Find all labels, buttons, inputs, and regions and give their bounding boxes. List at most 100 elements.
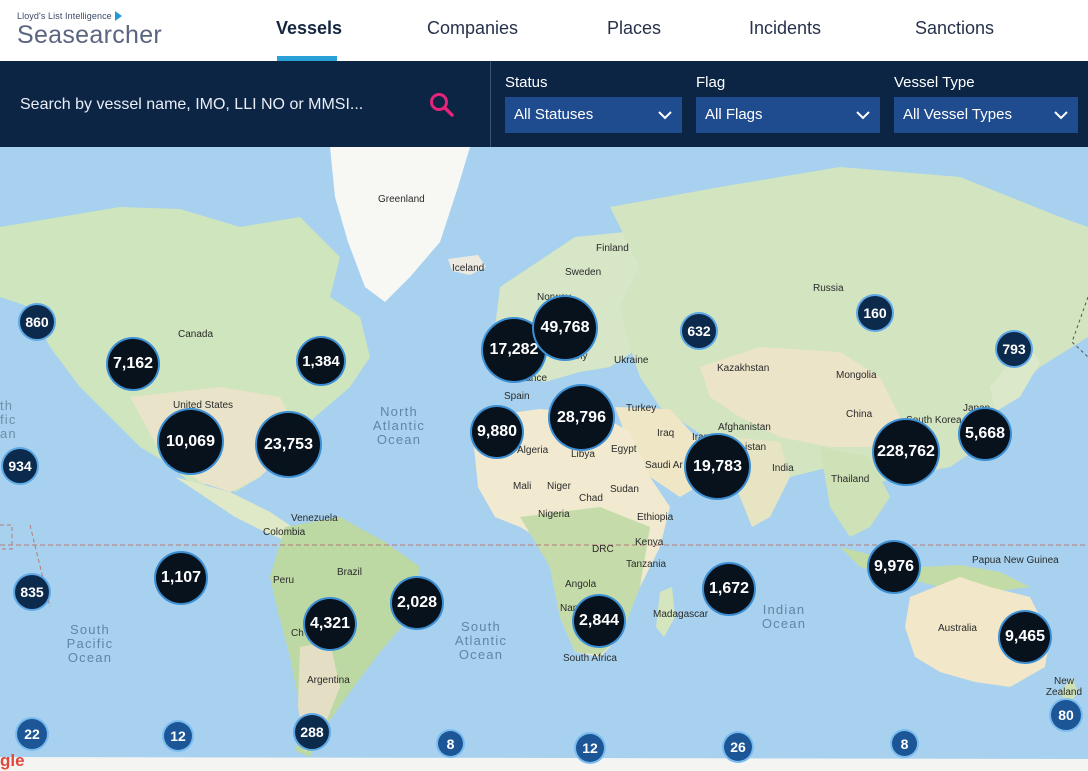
- place-label-turkey: Turkey: [626, 403, 657, 414]
- nav-sanctions[interactable]: Sanctions: [915, 18, 994, 39]
- place-label-kazakhstan: Kazakhstan: [717, 363, 770, 374]
- place-label-colombia: Colombia: [263, 527, 306, 538]
- nav-places[interactable]: Places: [607, 18, 661, 39]
- place-label-finland: Finland: [596, 243, 629, 254]
- place-label-chile: Ch: [291, 628, 304, 639]
- vessel-cluster[interactable]: 12: [576, 734, 604, 762]
- vessel-cluster[interactable]: 5,668: [960, 409, 1010, 459]
- place-label-iraq: Iraq: [657, 428, 675, 439]
- flag-select[interactable]: All Flags: [696, 97, 880, 133]
- nav-companies[interactable]: Companies: [427, 18, 518, 39]
- vessel-search-input[interactable]: Search by vessel name, IMO, LLI NO or MM…: [20, 96, 363, 114]
- logo-mark-icon: [114, 11, 122, 21]
- vessel-cluster[interactable]: 934: [3, 449, 37, 483]
- vessel-cluster[interactable]: 793: [997, 332, 1031, 366]
- ocean-label-south-pacific: South Pacific Ocean: [66, 622, 114, 665]
- logo-wordmark: Seasearcher: [17, 21, 163, 49]
- status-select-value: All Statuses: [514, 106, 594, 123]
- place-label-brazil: Brazil: [337, 567, 363, 578]
- place-label-niger: Niger: [547, 481, 571, 492]
- place-label-china: China: [846, 409, 873, 420]
- vessel-cluster[interactable]: 1,672: [704, 564, 754, 614]
- place-label-ethiopia: Ethiopia: [637, 512, 674, 523]
- place-label-papua-new-guinea: Papua New Guinea: [972, 555, 1059, 566]
- chevron-down-icon: [1054, 111, 1068, 120]
- vessel-cluster[interactable]: 4,321: [305, 599, 355, 649]
- vessel-cluster[interactable]: 8: [892, 731, 917, 756]
- vessel-cluster[interactable]: 12: [164, 722, 192, 750]
- place-label-ukraine: Ukraine: [614, 355, 649, 366]
- flag-filter-label: Flag: [696, 74, 726, 91]
- vessel-cluster[interactable]: 7,162: [108, 339, 158, 389]
- seasearcher-logo[interactable]: Lloyd's List Intelligence Seasearcher: [17, 11, 162, 49]
- place-label-mongolia: Mongolia: [836, 370, 877, 381]
- place-label-pakistan: istan: [745, 442, 767, 453]
- place-label-india: India: [772, 463, 794, 474]
- chevron-down-icon: [658, 111, 672, 120]
- vessel-cluster[interactable]: 22: [17, 719, 47, 749]
- vessel-cluster[interactable]: 9,465: [1000, 612, 1050, 662]
- chevron-down-icon: [856, 111, 870, 120]
- vessel-cluster[interactable]: 80: [1051, 700, 1081, 730]
- google-logo-fragment: gle: [0, 751, 25, 770]
- vessel-cluster[interactable]: 9,976: [869, 542, 919, 592]
- place-label-chad: Chad: [579, 493, 603, 504]
- ocean-label-indian: Indian Ocean: [761, 602, 807, 631]
- place-label-peru: Peru: [273, 575, 295, 586]
- ocean-label-north-atlantic: North Atlantic Ocean: [372, 404, 426, 447]
- vessel-cluster[interactable]: 228,762: [874, 420, 938, 484]
- vessel-cluster[interactable]: 2,844: [574, 596, 624, 646]
- place-label-argentina: Argentina: [307, 675, 350, 686]
- vessel-cluster[interactable]: 23,753: [257, 413, 320, 476]
- place-label-new-zealand: New Zealand: [1045, 676, 1083, 698]
- place-label-madagascar: Madagascar: [653, 609, 709, 620]
- nav-vessels[interactable]: Vessels: [276, 18, 342, 39]
- place-label-nigeria: Nigeria: [538, 509, 570, 520]
- vessel-type-select-value: All Vessel Types: [903, 106, 1012, 123]
- place-label-iceland: Iceland: [452, 263, 485, 274]
- place-label-saudi-arabia: Saudi Ar: [645, 460, 683, 471]
- nav-incidents[interactable]: Incidents: [749, 18, 821, 39]
- vessel-type-filter-label: Vessel Type: [894, 74, 975, 91]
- vessel-cluster[interactable]: 9,880: [472, 407, 522, 457]
- flag-select-value: All Flags: [705, 106, 763, 123]
- vessel-cluster[interactable]: 632: [682, 314, 716, 348]
- place-label-angola: Angola: [565, 579, 597, 590]
- vessel-type-select[interactable]: All Vessel Types: [894, 97, 1078, 133]
- place-label-algeria: Algeria: [517, 445, 549, 456]
- place-label-greenland: Greenland: [378, 194, 425, 205]
- world-map[interactable]: Greenland Iceland Finland Sweden Norway …: [0, 147, 1088, 771]
- vessel-cluster[interactable]: 835: [15, 575, 49, 609]
- place-label-spain: Spain: [504, 391, 530, 402]
- vessel-cluster[interactable]: 26: [724, 733, 752, 761]
- vessel-cluster[interactable]: 49,768: [534, 297, 596, 359]
- place-label-drc: DRC: [592, 544, 614, 555]
- vessel-cluster[interactable]: 28,796: [550, 386, 613, 449]
- place-label-canada: Canada: [178, 329, 214, 340]
- vessel-cluster[interactable]: 10,069: [159, 410, 222, 473]
- place-label-tanzania: Tanzania: [626, 559, 667, 570]
- place-label-russia: Russia: [813, 283, 844, 294]
- vessel-cluster[interactable]: 1,107: [156, 553, 206, 603]
- vessel-cluster[interactable]: 860: [20, 305, 54, 339]
- place-label-sudan: Sudan: [610, 484, 639, 495]
- vessel-cluster[interactable]: 160: [858, 296, 892, 330]
- vessel-cluster[interactable]: 288: [295, 715, 329, 749]
- vessel-cluster[interactable]: 1,384: [298, 338, 344, 384]
- place-label-libya: Libya: [571, 449, 595, 460]
- place-label-venezuela: Venezuela: [291, 513, 338, 524]
- place-label-australia: Australia: [938, 623, 977, 634]
- place-label-united-states: United States: [173, 400, 234, 411]
- vessel-cluster[interactable]: 2,028: [392, 578, 442, 628]
- status-select[interactable]: All Statuses: [505, 97, 682, 133]
- place-label-mali: Mali: [513, 481, 532, 492]
- search-filter-divider: [490, 61, 491, 147]
- vessel-cluster[interactable]: 19,783: [686, 435, 749, 498]
- place-label-sweden: Sweden: [565, 267, 602, 278]
- top-navigation-bar: Lloyd's List Intelligence Seasearcher Ve…: [0, 0, 1088, 61]
- place-label-egypt: Egypt: [611, 444, 637, 455]
- vessel-cluster[interactable]: 8: [438, 731, 463, 756]
- place-label-afghanistan: Afghanistan: [718, 422, 771, 433]
- search-icon[interactable]: [428, 91, 456, 119]
- ocean-label-south-atlantic: South Atlantic Ocean: [454, 619, 508, 662]
